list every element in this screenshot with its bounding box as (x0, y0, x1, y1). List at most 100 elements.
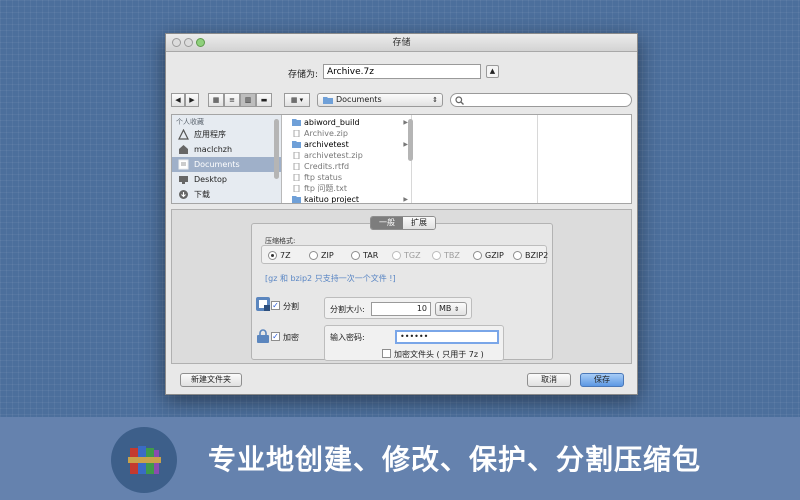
cancel-button[interactable]: 取消 (527, 373, 571, 387)
list-item[interactable]: Credits.rtfd (286, 161, 412, 172)
chevron-right-icon: ▶ (403, 196, 408, 203)
list-item[interactable]: ftp status (286, 172, 412, 183)
list-item[interactable]: archivetest.zip (286, 150, 412, 161)
file-icon (293, 174, 300, 181)
folder-icon (292, 196, 301, 203)
icon-view-button[interactable]: ▦ (208, 93, 224, 107)
minimize-window-button[interactable] (184, 38, 193, 47)
encrypt-header-checkbox[interactable]: ✓ (382, 349, 391, 358)
split-unit-value: MB (439, 304, 452, 313)
sidebar-item-label: Documents (194, 160, 240, 169)
sidebar-item-documents[interactable]: Documents (172, 157, 281, 172)
split-size-box: 分割大小: 10 MB ⇕ (324, 297, 472, 319)
search-input[interactable] (450, 93, 632, 107)
app-icon (111, 427, 177, 493)
sidebar-item-home[interactable]: maclchzh (172, 142, 281, 157)
back-button[interactable]: ◀ (171, 93, 185, 107)
file-icon (293, 130, 300, 137)
options-panel: 压缩格式: 7Z ZIP TAR TGZ TBZ GZIP BZIP2 [gz … (171, 209, 632, 364)
radio-label: GZIP (485, 251, 504, 260)
split-label: 分割 (283, 302, 299, 311)
desktop-icon (179, 176, 188, 184)
forward-button[interactable]: ▶ (185, 93, 199, 107)
file-name: abiword_build (304, 118, 360, 127)
save-button[interactable]: 保存 (580, 373, 624, 387)
search-icon (455, 96, 464, 105)
new-folder-button[interactable]: 新建文件夹 (180, 373, 242, 387)
file-name: ftp status (304, 173, 343, 182)
list-view-button[interactable]: ≡ (224, 93, 240, 107)
split-checkbox[interactable]: ✓ (271, 301, 280, 310)
sidebar: 个人收藏 应用程序 maclchzh Documents Desktop 下载 (172, 115, 282, 203)
encrypt-checkbox[interactable]: ✓ (271, 332, 280, 341)
promo-slogan: 专业地创建、修改、保护、分割压缩包 (208, 443, 702, 476)
file-icon (293, 163, 300, 170)
download-icon (179, 190, 188, 199)
file-name: kaituo project (304, 195, 360, 204)
radio-label: TBZ (444, 251, 460, 260)
save-dialog: 存储 存储为: ▲ ◀ ▶ ▦ ≡ ▥ ▬ ▦ ▾ Documents ⇕ 个人… (165, 33, 638, 395)
sidebar-item-applications[interactable]: 应用程序 (172, 127, 281, 142)
sidebar-item-label: maclchzh (194, 145, 233, 154)
window-title: 存储 (392, 38, 411, 48)
filename-input[interactable] (323, 64, 481, 79)
lock-icon (257, 329, 269, 343)
titlebar: 存储 (166, 34, 637, 52)
zoom-window-button[interactable] (196, 38, 205, 47)
split-icon (256, 297, 270, 311)
chevron-updown-icon: ⇕ (432, 96, 438, 104)
list-item[interactable]: abiword_build ▶ (286, 117, 412, 128)
format-radio-tar[interactable]: TAR (351, 250, 378, 261)
expand-dialog-button[interactable]: ▲ (486, 65, 499, 78)
format-radio-7z[interactable]: 7Z (268, 250, 291, 261)
coverflow-view-button[interactable]: ▬ (256, 93, 272, 107)
options-tabs: 一般 扩展 (370, 216, 436, 230)
folder-icon (323, 97, 333, 104)
format-radio-gzip[interactable]: GZIP (473, 250, 504, 261)
file-name: archivetest (304, 140, 349, 149)
toolbar: ◀ ▶ ▦ ≡ ▥ ▬ ▦ ▾ Documents ⇕ (166, 93, 637, 111)
column-view-button[interactable]: ▥ (240, 93, 256, 107)
format-hint: [gz 和 bzip2 只支持一次一个文件 !] (265, 274, 396, 283)
tab-extended[interactable]: 扩展 (403, 217, 435, 229)
format-radio-bzip2[interactable]: BZIP2 (513, 250, 548, 261)
file-name: Credits.rtfd (304, 162, 350, 171)
file-column: abiword_build ▶ Archive.zip archivetest … (286, 115, 412, 203)
save-as-row: 存储为: ▲ (166, 64, 637, 80)
file-browser: 个人收藏 应用程序 maclchzh Documents Desktop 下载 (171, 114, 632, 204)
list-item[interactable]: kaituo project ▶ (286, 194, 412, 204)
arrange-button[interactable]: ▦ ▾ (284, 93, 310, 107)
radio-label: ZIP (321, 251, 334, 260)
list-item[interactable]: Archive.zip (286, 128, 412, 139)
save-as-label: 存储为: (288, 70, 319, 80)
sidebar-item-downloads[interactable]: 下载 (172, 187, 281, 202)
folder-icon (292, 141, 301, 148)
sidebar-scrollbar[interactable] (274, 119, 279, 179)
tab-general[interactable]: 一般 (371, 217, 403, 229)
close-window-button[interactable] (172, 38, 181, 47)
location-popup[interactable]: Documents ⇕ (317, 93, 443, 107)
apps-icon (178, 129, 189, 140)
file-icon (293, 152, 300, 159)
password-input[interactable]: •••••• (395, 330, 499, 344)
format-radio-group: 7Z ZIP TAR TGZ TBZ GZIP BZIP2 (261, 245, 548, 264)
radio-label: TAR (363, 251, 379, 260)
split-unit-select[interactable]: MB ⇕ (435, 302, 467, 316)
list-item[interactable]: ftp 问题.txt (286, 183, 412, 194)
split-size-input[interactable]: 10 (371, 302, 431, 316)
sidebar-item-desktop[interactable]: Desktop (172, 172, 281, 187)
home-icon (179, 145, 188, 154)
password-label: 输入密码: (330, 333, 365, 342)
location-label: Documents (336, 95, 382, 104)
file-name: archivetest.zip (304, 151, 363, 160)
documents-icon (178, 159, 189, 170)
archive-books-icon (128, 446, 161, 474)
sidebar-section-title: 个人收藏 (176, 118, 204, 126)
radio-label: BZIP2 (525, 251, 549, 260)
sidebar-item-label: Desktop (194, 175, 227, 184)
encrypt-options-box: 输入密码: •••••• ✓ 加密文件头 ( 只用于 7z ) (324, 325, 504, 361)
list-item[interactable]: archivetest ▶ (286, 139, 412, 150)
file-name: Archive.zip (304, 129, 348, 138)
encrypt-header-label: 加密文件头 ( 只用于 7z ) (394, 350, 484, 359)
format-radio-zip[interactable]: ZIP (309, 250, 334, 261)
